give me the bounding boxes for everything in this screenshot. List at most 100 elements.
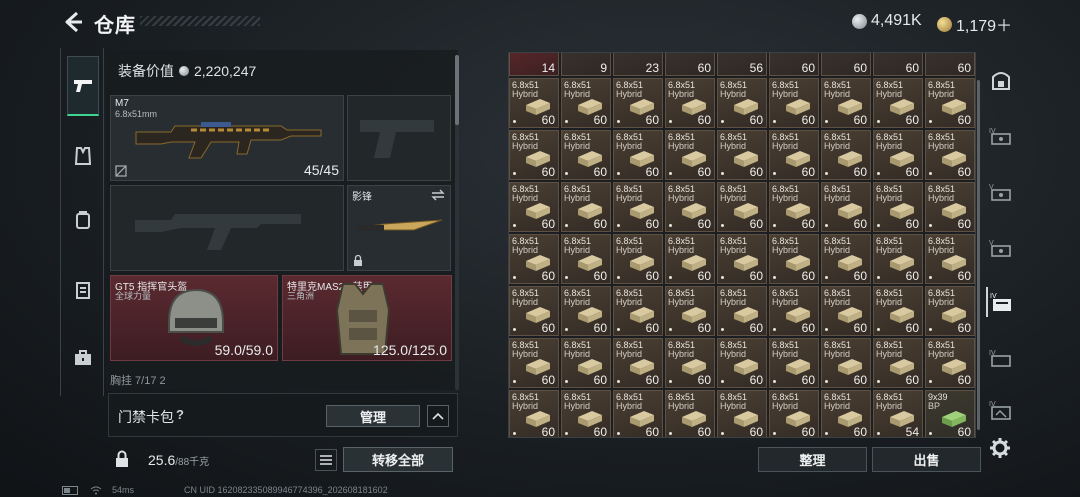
stash-item[interactable]: 6.8x51 Hybrid 60 [925, 338, 975, 388]
stash-item[interactable]: 6.8x51 Hybrid 60 [821, 286, 871, 336]
stash-item[interactable]: 6.8x51 Hybrid 60 [561, 130, 611, 180]
stash-item[interactable]: 6.8x51 Hybrid 60 [821, 390, 871, 437]
stash-item[interactable]: 6.8x51 Hybrid 60 [769, 130, 819, 180]
stash-item[interactable]: 6.8x51 Hybrid 60 [717, 182, 767, 232]
stash-item[interactable]: 6.8x51 Hybrid 60 [509, 130, 559, 180]
stash-item[interactable]: 6.8x51 Hybrid 60 [613, 390, 663, 437]
stash-item[interactable]: 6.8x51 Hybrid 60 [769, 338, 819, 388]
stash-item[interactable]: 6.8x51 Hybrid 60 [561, 286, 611, 336]
stash-item[interactable]: 6.8x51 Hybrid 60 [561, 182, 611, 232]
stash-item[interactable]: 6.8x51 Hybrid 60 [717, 130, 767, 180]
stash-item[interactable]: 6.8x51 Hybrid 60 [769, 78, 819, 128]
stash-item[interactable]: 6.8x51 Hybrid 60 [821, 130, 871, 180]
stash-item[interactable]: 6.8x51 Hybrid 60 [613, 182, 663, 232]
stash-item-partial[interactable]: 60 [925, 53, 975, 76]
stash-item[interactable]: 6.8x51 Hybrid 60 [665, 130, 715, 180]
stash-item[interactable]: 6.8x51 Hybrid 60 [873, 338, 923, 388]
stash-item[interactable]: 6.8x51 Hybrid 60 [509, 234, 559, 284]
expand-button[interactable] [427, 405, 449, 427]
list-view-button[interactable] [315, 449, 337, 471]
helmet-slot[interactable]: GT5 指挥官头盔 全球力量 59.0/59.0 [110, 275, 278, 361]
stash-item[interactable]: 6.8x51 Hybrid 60 [873, 234, 923, 284]
stash-item[interactable]: 6.8x51 Hybrid 60 [873, 286, 923, 336]
stash-item-partial[interactable]: 60 [873, 53, 923, 76]
stash-item[interactable]: 6.8x51 Hybrid 60 [873, 130, 923, 180]
silver-currency[interactable]: 4,491K [852, 12, 922, 30]
stash-item[interactable]: 6.8x51 Hybrid 60 [717, 234, 767, 284]
stash-item[interactable]: 6.8x51 Hybrid 60 [665, 286, 715, 336]
manage-button[interactable]: 管理 [326, 405, 420, 427]
stash-item[interactable]: 6.8x51 Hybrid 60 [925, 286, 975, 336]
swap-icon[interactable] [431, 189, 445, 201]
stash-item[interactable]: 6.8x51 Hybrid 60 [717, 78, 767, 128]
stash-item[interactable]: 6.8x51 Hybrid 60 [665, 338, 715, 388]
stash-item[interactable]: 6.8x51 Hybrid 60 [769, 390, 819, 437]
stash-item[interactable]: 6.8x51 Hybrid 60 [561, 338, 611, 388]
container-iv-3[interactable]: IV [986, 395, 1016, 425]
stash-item[interactable]: 6.8x51 Hybrid 60 [873, 182, 923, 232]
stash-item[interactable]: 6.8x51 Hybrid 60 [613, 78, 663, 128]
container-iv-1[interactable]: IV [986, 121, 1016, 151]
back-button[interactable] [60, 8, 88, 36]
stash-item[interactable]: 6.8x51 Hybrid 60 [769, 286, 819, 336]
stash-item[interactable]: 6.8x51 Hybrid 60 [925, 182, 975, 232]
stash-item[interactable]: 6.8x51 Hybrid 54 [873, 390, 923, 437]
stash-item-partial[interactable]: 23 [613, 53, 663, 76]
sort-button[interactable]: 整理 [758, 447, 867, 472]
stash-item-partial[interactable]: 9 [561, 53, 611, 76]
nav-vest[interactable] [67, 126, 99, 186]
stash-item[interactable]: 6.8x51 Hybrid 60 [509, 338, 559, 388]
stash-item[interactable]: 6.8x51 Hybrid 60 [665, 234, 715, 284]
stash-item[interactable]: 6.8x51 Hybrid 60 [613, 286, 663, 336]
primary-weapon-slot[interactable]: M7 6.8x51mm 45/45 [110, 95, 344, 181]
stash-item-partial[interactable]: 14 [509, 53, 559, 76]
stash-item[interactable]: 6.8x51 Hybrid 60 [821, 182, 871, 232]
container-v-1[interactable]: V [986, 177, 1016, 207]
stash-item[interactable]: 6.8x51 Hybrid 60 [665, 390, 715, 437]
stash-item[interactable]: 6.8x51 Hybrid 60 [821, 78, 871, 128]
stash-item[interactable]: 6.8x51 Hybrid 60 [925, 234, 975, 284]
stash-item[interactable]: 6.8x51 Hybrid 60 [769, 182, 819, 232]
stash-scrollbar[interactable] [977, 80, 980, 430]
stash-item-partial[interactable]: 56 [717, 53, 767, 76]
stash-item[interactable]: 6.8x51 Hybrid 60 [821, 338, 871, 388]
stash-item-partial[interactable]: 60 [665, 53, 715, 76]
stash-item[interactable]: 6.8x51 Hybrid 60 [561, 390, 611, 437]
nav-case[interactable] [67, 328, 99, 388]
pistol-slot[interactable] [347, 95, 451, 181]
secondary-weapon-slot[interactable] [110, 185, 344, 271]
stash-item[interactable]: 6.8x51 Hybrid 60 [925, 78, 975, 128]
stash-item-partial[interactable]: 60 [821, 53, 871, 76]
loadout-scroll-thumb[interactable] [455, 55, 459, 125]
nav-backpack[interactable] [67, 190, 99, 250]
stash-item[interactable]: 6.8x51 Hybrid 60 [613, 234, 663, 284]
stash-item[interactable]: 6.8x51 Hybrid 60 [717, 338, 767, 388]
nav-weapons[interactable] [67, 56, 99, 116]
stash-item[interactable]: 6.8x51 Hybrid 60 [613, 338, 663, 388]
container-safe[interactable] [986, 65, 1016, 95]
container-iv-2[interactable]: IV [986, 343, 1016, 373]
stash-item[interactable]: 6.8x51 Hybrid 60 [509, 286, 559, 336]
help-button[interactable]: ? [176, 407, 184, 422]
stash-item[interactable]: 6.8x51 Hybrid 60 [717, 286, 767, 336]
stash-item[interactable]: 6.8x51 Hybrid 60 [509, 78, 559, 128]
stash-item[interactable]: 6.8x51 Hybrid 60 [561, 78, 611, 128]
stash-grid[interactable]: 14 9 23 60 56 60 60 60 60 6.8x51 Hybrid 60 6.8x51 Hyb… [508, 52, 976, 438]
stash-item[interactable]: 6.8x51 Hybrid 60 [561, 234, 611, 284]
stash-item[interactable]: 6.8x51 Hybrid 60 [925, 130, 975, 180]
stash-item[interactable]: 6.8x51 Hybrid 60 [769, 234, 819, 284]
container-v-2[interactable]: V [986, 233, 1016, 263]
sell-button[interactable]: 出售 [872, 447, 981, 472]
transfer-all-button[interactable]: 转移全部 [343, 447, 453, 472]
container-iv-active[interactable]: IV [986, 287, 1016, 317]
stash-item-partial[interactable]: 60 [769, 53, 819, 76]
stash-item[interactable]: 6.8x51 Hybrid 60 [665, 182, 715, 232]
stash-item[interactable]: 6.8x51 Hybrid 60 [821, 234, 871, 284]
armor-slot[interactable]: 特里克MAS2.0装甲 三角洲 125.0/125.0 [282, 275, 452, 361]
stash-item[interactable]: 6.8x51 Hybrid 60 [873, 78, 923, 128]
stash-item[interactable]: 6.8x51 Hybrid 60 [665, 78, 715, 128]
nav-pouch[interactable] [67, 260, 99, 320]
stash-item[interactable]: 9x39 BP 60 [925, 390, 975, 437]
stash-item[interactable]: 6.8x51 Hybrid 60 [717, 390, 767, 437]
settings-button[interactable] [989, 437, 1011, 464]
